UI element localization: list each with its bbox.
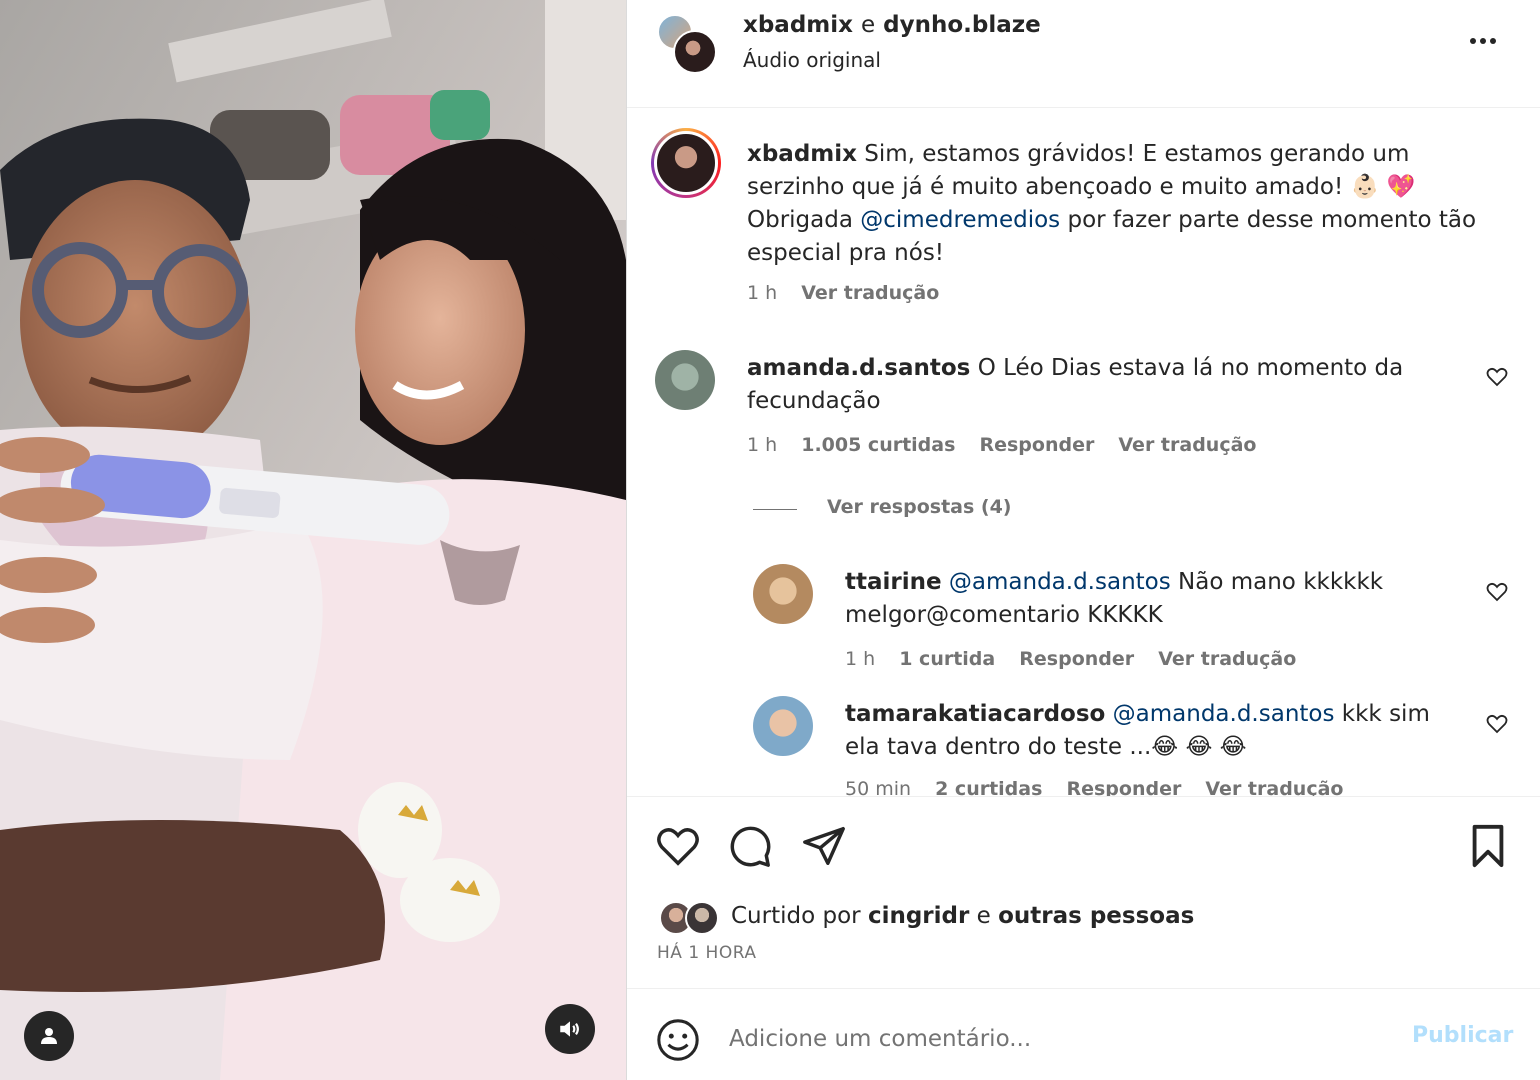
reply: tamarakatiacardoso @amanda.d.santos kkk … (845, 698, 1445, 764)
post-panel: xbadmix e dynho.blaze Áudio original xba… (626, 0, 1540, 1080)
comment-likes[interactable]: 1.005 curtidas (801, 434, 955, 456)
caption-meta: 1 h Ver tradução (747, 282, 957, 304)
volume-button[interactable] (545, 1004, 595, 1054)
caption-thanks: Obrigada (747, 207, 853, 233)
liked-by-conj: e (976, 903, 991, 929)
heart-icon[interactable] (655, 823, 701, 869)
reply-mention[interactable]: @amanda.d.santos (949, 569, 1171, 595)
post-authors: xbadmix e dynho.blaze (743, 12, 1041, 38)
reply-button[interactable]: Responder (979, 434, 1094, 456)
liked-by-prefix: Curtido por (731, 903, 861, 929)
reply-button[interactable]: Responder (1066, 778, 1181, 796)
post-actions: Curtido por cingridr e outras pessoas HÁ… (627, 796, 1540, 988)
bookmark-icon[interactable] (1465, 823, 1511, 869)
view-replies-button[interactable]: Ver respostas (4) (827, 496, 1011, 518)
translate-link[interactable]: Ver tradução (1118, 434, 1256, 456)
heart-icon[interactable] (1485, 580, 1509, 604)
liked-by: Curtido por cingridr e outras pessoas (731, 903, 1194, 929)
replies-divider (753, 509, 797, 510)
caption-thanks-suffix: por fazer parte desse momento tão especi… (747, 207, 1477, 266)
reply: ttairine @amanda.d.santos Não mano kkkkk… (845, 566, 1445, 632)
reply-time: 1 h (845, 648, 876, 670)
reply-username[interactable]: tamarakatiacardoso (845, 701, 1105, 727)
tagged-users-button[interactable] (24, 1011, 74, 1061)
comment-time: 1 h (747, 434, 778, 456)
caption-time: 1 h (747, 282, 778, 304)
publish-button[interactable]: Publicar (1412, 1023, 1513, 1048)
avatar[interactable] (753, 696, 813, 756)
reply-meta: 50 min 2 curtidas Responder Ver tradução (845, 778, 1361, 796)
author-link[interactable]: xbadmix (743, 12, 853, 38)
volume-icon (560, 1021, 579, 1037)
heart-icon[interactable] (1485, 712, 1509, 736)
comment-composer: Publicar (627, 988, 1540, 1080)
post-media[interactable] (0, 0, 626, 1080)
avatar[interactable] (753, 564, 813, 624)
share-icon[interactable] (801, 823, 847, 869)
reply-mention[interactable]: @amanda.d.santos (1113, 701, 1335, 727)
authors-conjunction: e (860, 12, 876, 38)
comment-meta: 1 h 1.005 curtidas Responder Ver traduçã… (747, 434, 1274, 456)
reply-time: 50 min (845, 778, 912, 796)
reply-username[interactable]: ttairine (845, 569, 942, 595)
comment-username[interactable]: amanda.d.santos (747, 355, 970, 381)
avatar[interactable] (651, 128, 721, 198)
liked-by-others[interactable]: outras pessoas (998, 903, 1194, 929)
caption-mention[interactable]: @cimedremedios (860, 207, 1060, 233)
avatar[interactable] (655, 350, 715, 410)
reply-meta: 1 h 1 curtida Responder Ver tradução (845, 648, 1314, 670)
caption-username[interactable]: xbadmix (747, 141, 857, 167)
translate-link[interactable]: Ver tradução (1205, 778, 1343, 796)
liked-by-user[interactable]: cingridr (868, 903, 969, 929)
avatar[interactable] (685, 901, 719, 935)
reply-likes[interactable]: 1 curtida (899, 648, 995, 670)
reply-likes[interactable]: 2 curtidas (935, 778, 1042, 796)
author-link[interactable]: dynho.blaze (883, 12, 1041, 38)
comments-list[interactable]: xbadmix Sim, estamos grávidos! E estamos… (627, 108, 1540, 796)
user-icon (41, 1028, 57, 1044)
translate-link[interactable]: Ver tradução (1158, 648, 1296, 670)
post-photo (0, 0, 626, 1080)
caption: xbadmix Sim, estamos grávidos! E estamos… (747, 138, 1507, 270)
heart-icon[interactable] (1485, 365, 1509, 389)
post-header: xbadmix e dynho.blaze Áudio original (627, 0, 1540, 108)
avatar[interactable] (673, 30, 717, 74)
comment-input[interactable] (729, 1021, 1389, 1057)
translate-link[interactable]: Ver tradução (801, 282, 939, 304)
comment: amanda.d.santos O Léo Dias estava lá no … (747, 352, 1427, 418)
comment-icon[interactable] (727, 823, 773, 869)
reply-button[interactable]: Responder (1019, 648, 1134, 670)
audio-link[interactable]: Áudio original (743, 48, 881, 72)
more-icon[interactable] (1465, 26, 1501, 56)
post-timestamp[interactable]: HÁ 1 HORA (657, 943, 756, 963)
emoji-icon[interactable] (655, 1017, 701, 1063)
